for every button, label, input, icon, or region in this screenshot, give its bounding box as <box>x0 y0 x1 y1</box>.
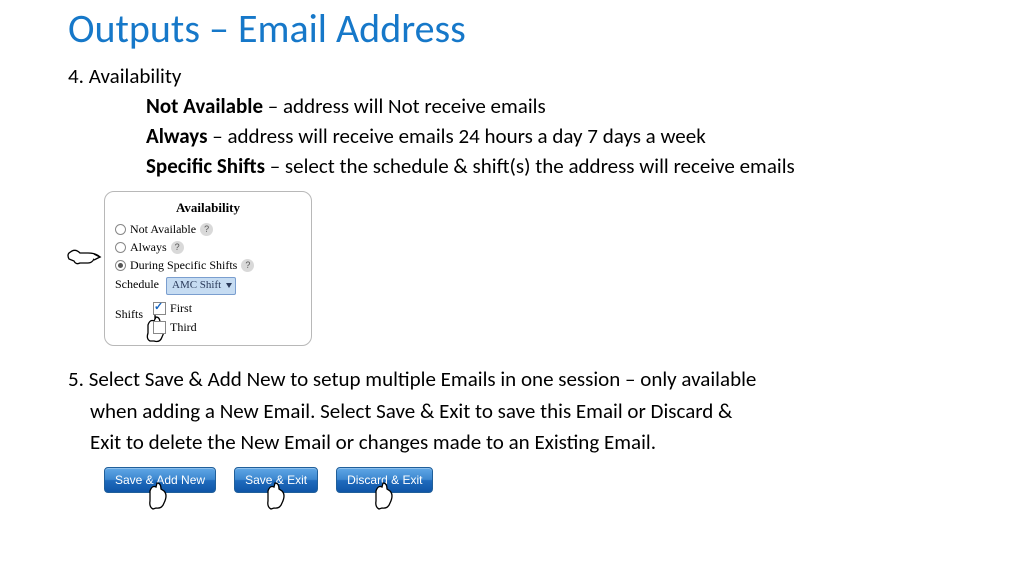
save-exit-button[interactable]: Save & Exit <box>234 467 318 493</box>
radio-not-available-label: Not Available <box>130 222 196 237</box>
radio-specific-shifts[interactable] <box>115 260 126 271</box>
shifts-label: Shifts <box>115 301 143 322</box>
bullet-5-line1: 5. Select Save & Add New to setup multip… <box>68 366 756 392</box>
save-add-new-button[interactable]: Save & Add New <box>104 467 216 493</box>
sub-specific-shifts-text: – select the schedule & shift(s) the add… <box>265 153 795 179</box>
sub-not-available-bold: Not Available <box>146 93 263 119</box>
checkbox-third-row[interactable]: Third <box>153 320 197 335</box>
checkbox-first-label: First <box>170 301 192 316</box>
sub-specific-shifts: Specific Shifts – select the schedule & … <box>146 153 956 179</box>
checkbox-first[interactable] <box>153 302 166 315</box>
schedule-select[interactable]: AMC Shift <box>166 277 236 295</box>
bullet-4-heading: 4. Availability <box>68 63 956 89</box>
radio-specific-shifts-row[interactable]: During Specific Shifts ? <box>115 258 301 273</box>
radio-always[interactable] <box>115 242 126 253</box>
help-icon[interactable]: ? <box>241 259 254 272</box>
radio-always-label: Always <box>130 240 167 255</box>
checkbox-first-row[interactable]: First <box>153 301 197 316</box>
sub-always-bold: Always <box>146 123 207 149</box>
radio-not-available[interactable] <box>115 224 126 235</box>
page-title: Outputs – Email Address <box>68 4 956 53</box>
radio-not-available-row[interactable]: Not Available ? <box>115 222 301 237</box>
checkbox-third[interactable] <box>153 321 166 334</box>
sub-always-text: – address will receive emails 24 hours a… <box>207 123 705 149</box>
radio-specific-shifts-label: During Specific Shifts <box>130 258 237 273</box>
sub-always: Always – address will receive emails 24 … <box>146 123 956 149</box>
availability-panel: Availability Not Available ? Always ? Du… <box>104 191 312 346</box>
schedule-label: Schedule <box>115 277 159 291</box>
help-icon[interactable]: ? <box>171 241 184 254</box>
sub-not-available: Not Available – address will Not receive… <box>146 93 956 119</box>
bullet-5-text: 5. Select Save & Add New to setup multip… <box>68 364 956 459</box>
bullet-5-line2: when adding a New Email. Select Save & E… <box>90 396 732 428</box>
radio-always-row[interactable]: Always ? <box>115 240 301 255</box>
checkbox-third-label: Third <box>170 320 197 335</box>
help-icon[interactable]: ? <box>200 223 213 236</box>
bullet-5-line3: Exit to delete the New Email or changes … <box>90 427 656 459</box>
discard-exit-button[interactable]: Discard & Exit <box>336 467 433 493</box>
availability-heading: Availability <box>115 200 301 216</box>
sub-not-available-text: – address will Not receive emails <box>263 93 546 119</box>
sub-specific-shifts-bold: Specific Shifts <box>146 153 265 179</box>
pointing-hand-icon <box>66 243 102 271</box>
